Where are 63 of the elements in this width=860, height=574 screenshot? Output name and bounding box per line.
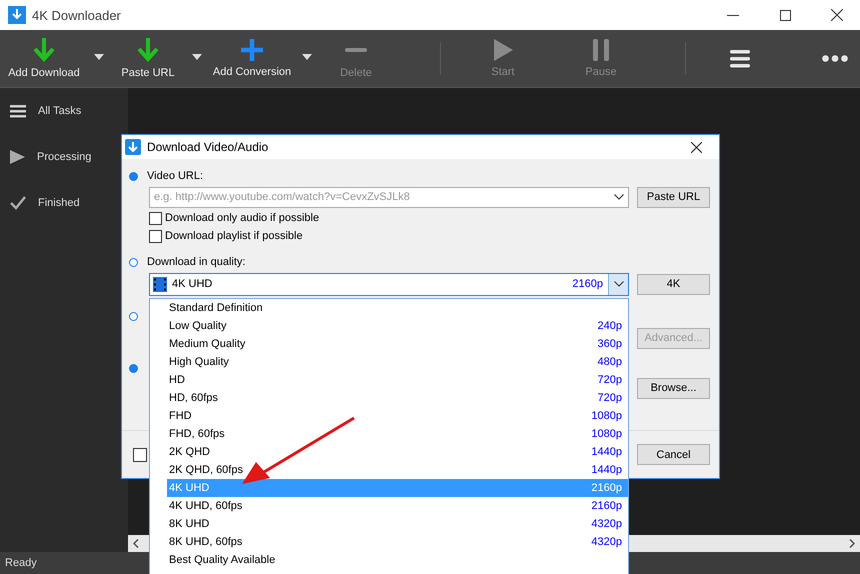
checkbox[interactable] — [149, 212, 162, 224]
browse-button[interactable]: Browse... — [637, 378, 710, 398]
quality-option[interactable]: Standard Definition — [167, 299, 628, 317]
cancel-button[interactable]: Cancel — [637, 444, 710, 465]
toolbar-button[interactable]: Paste URL — [110, 30, 186, 87]
sidebar-item[interactable]: Processing — [37, 151, 92, 163]
quality-option[interactable]: HD, 60fps 720p — [167, 389, 628, 407]
scroll-left-icon[interactable] — [133, 539, 139, 548]
quality-option[interactable]: 8K UHD, 60fps 4320p — [167, 533, 628, 551]
radio-button[interactable] — [129, 312, 138, 320]
quality-option[interactable]: 2K QHD 1440p — [167, 443, 628, 461]
paste-url-button[interactable]: Paste URL — [637, 186, 710, 208]
download-arrow-icon — [137, 38, 159, 62]
checkbox-label: Download only audio if possible — [165, 212, 320, 224]
quality-option[interactable]: 4K UHD, 60fps 2160p — [167, 497, 628, 515]
play-icon — [494, 39, 512, 61]
quality-option[interactable]: Medium Quality 360p — [167, 335, 628, 353]
scroll-right-icon[interactable] — [849, 539, 855, 548]
quality-option[interactable]: Low Quality 240p — [167, 317, 628, 335]
sidebar-item[interactable]: All Tasks — [38, 105, 82, 117]
quality-option[interactable]: Best Quality Available — [167, 551, 628, 569]
menu-icon — [730, 50, 750, 68]
checkmark-icon — [10, 196, 26, 210]
plus-icon — [241, 39, 263, 61]
toolbar-button[interactable]: Add Conversion — [208, 30, 296, 87]
toolbar-button[interactable]: Add Download — [0, 30, 88, 87]
checkbox-label: Download playlist if possible — [165, 230, 303, 242]
play-icon — [10, 150, 25, 164]
caret-icon[interactable] — [192, 54, 202, 60]
minus-icon — [345, 48, 367, 52]
radio-button[interactable] — [129, 172, 138, 180]
radio-button[interactable] — [129, 364, 138, 372]
film-icon — [153, 276, 167, 292]
menu-icon — [10, 104, 26, 118]
minimize-icon — [727, 14, 739, 16]
quality-option[interactable]: 2K QHD, 60fps 1440p — [167, 461, 628, 479]
pause-icon — [593, 39, 609, 61]
sidebar-item[interactable]: Finished — [38, 197, 80, 209]
quality-option[interactable]: FHD, 60fps 1080p — [167, 425, 628, 443]
quality-preset-button[interactable]: 4K — [637, 274, 710, 294]
quality-select[interactable]: 4K UHD 2160p — [149, 272, 629, 296]
close-icon — [831, 9, 843, 21]
quality-option[interactable]: High Quality 480p — [167, 353, 628, 371]
quality-option[interactable]: FHD 1080p — [167, 407, 628, 425]
quality-option[interactable]: HD 720p — [167, 371, 628, 389]
chevron-down-icon — [614, 281, 624, 287]
app-icon — [8, 6, 26, 24]
checkbox[interactable] — [149, 230, 162, 242]
more-icon — [822, 55, 848, 62]
caret-icon[interactable] — [94, 54, 104, 60]
maximize-icon — [780, 10, 790, 20]
chevron-down-icon — [614, 194, 624, 200]
window-title: 4K Downloader — [32, 8, 122, 22]
download-icon — [125, 139, 141, 155]
field-label: Video URL: — [147, 170, 204, 182]
checkbox[interactable] — [133, 448, 147, 462]
radio-button[interactable] — [129, 258, 138, 266]
close-icon — [690, 142, 702, 152]
dialog-title: Download Video/Audio — [147, 140, 270, 154]
field-label: Download in quality: — [147, 256, 246, 268]
caret-icon[interactable] — [302, 54, 312, 60]
download-arrow-icon — [33, 38, 55, 62]
quality-option[interactable]: 8K UHD 4320p — [167, 515, 628, 533]
